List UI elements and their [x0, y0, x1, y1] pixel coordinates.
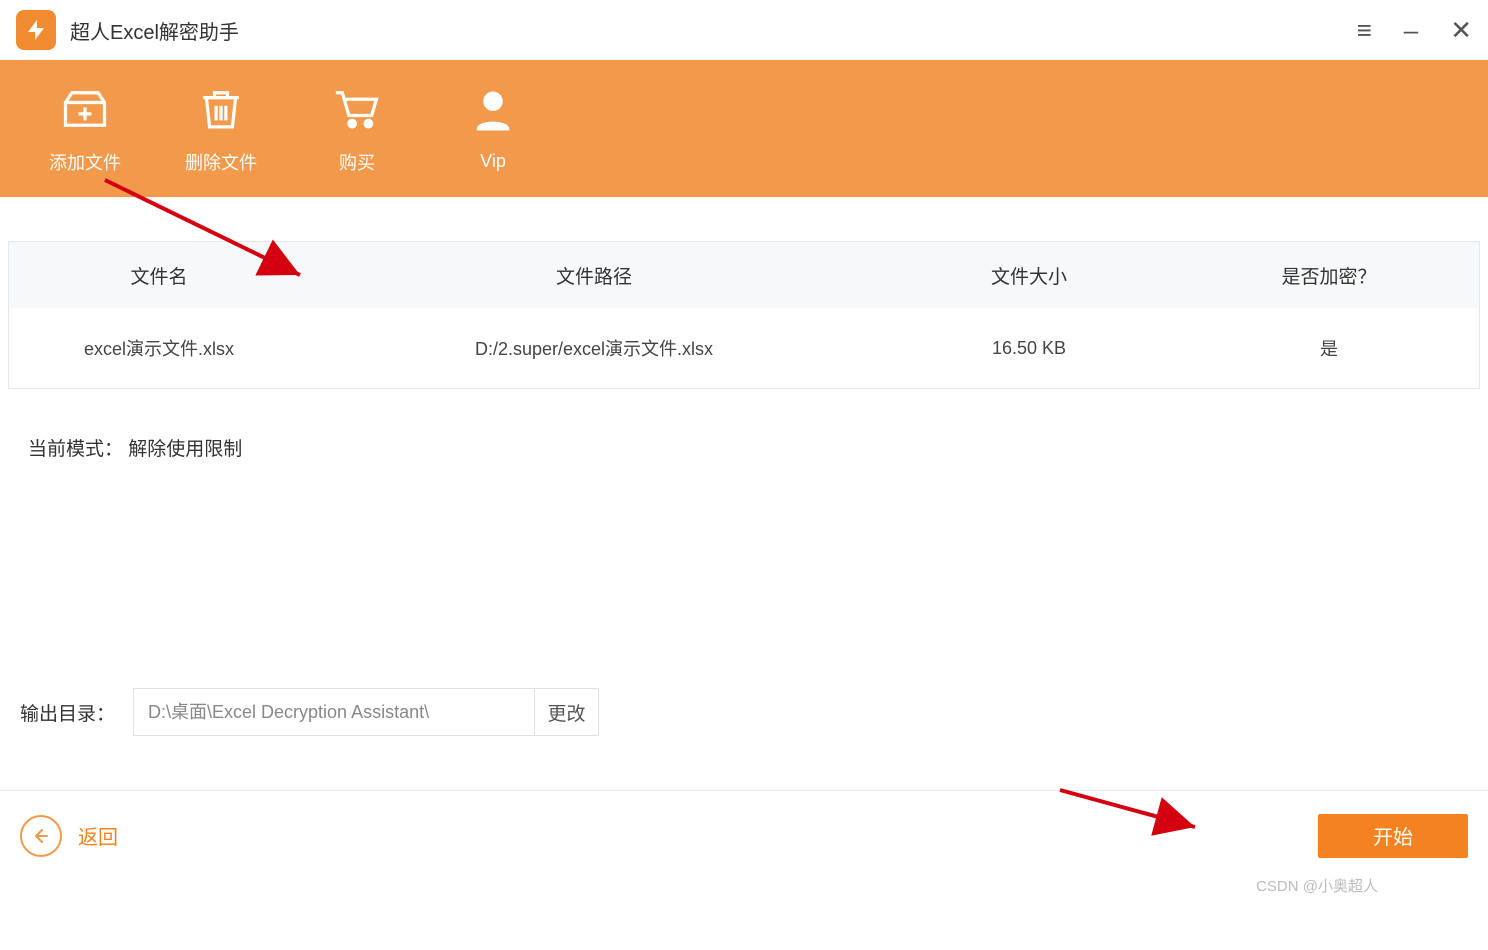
cell-path: D:/2.super/excel演示文件.xlsx: [309, 335, 879, 361]
window-controls: ≡ – ✕: [1357, 17, 1472, 43]
col-encrypted: 是否加密？: [1179, 262, 1479, 289]
back-arrow-icon: [20, 815, 62, 857]
add-file-button[interactable]: 添加文件: [40, 83, 130, 175]
cart-icon: [331, 83, 383, 135]
close-icon[interactable]: ✕: [1450, 17, 1472, 43]
col-name: 文件名: [9, 262, 309, 289]
vip-button[interactable]: Vip: [448, 85, 538, 172]
change-button[interactable]: 更改: [534, 689, 598, 735]
col-path: 文件路径: [309, 262, 879, 289]
mode-value: 解除使用限制: [128, 439, 242, 460]
mode-line: 当前模式： 解除使用限制: [28, 434, 1460, 461]
app-title: 超人Excel解密助手: [70, 16, 239, 45]
add-file-label: 添加文件: [49, 149, 121, 175]
toolbar: 添加文件 删除文件 购买 Vip: [0, 60, 1488, 197]
table-header: 文件名 文件路径 文件大小 是否加密？: [9, 242, 1479, 308]
mode-label: 当前模式：: [28, 439, 123, 460]
output-row: 输出目录： D:\桌面\Excel Decryption Assistant\ …: [20, 688, 599, 736]
buy-label: 购买: [339, 149, 375, 175]
back-button[interactable]: 返回: [20, 815, 118, 857]
footer: 返回 开始: [0, 790, 1488, 880]
col-size: 文件大小: [879, 262, 1179, 289]
start-button[interactable]: 开始: [1318, 814, 1468, 858]
table-row[interactable]: excel演示文件.xlsx D:/2.super/excel演示文件.xlsx…: [9, 308, 1479, 388]
add-file-icon: [59, 83, 111, 135]
file-table: 文件名 文件路径 文件大小 是否加密？ excel演示文件.xlsx D:/2.…: [8, 241, 1480, 389]
cell-encrypted: 是: [1179, 335, 1479, 361]
output-field: D:\桌面\Excel Decryption Assistant\ 更改: [133, 688, 599, 736]
cell-size: 16.50 KB: [879, 338, 1179, 359]
main-area: 文件名 文件路径 文件大小 是否加密？ excel演示文件.xlsx D:/2.…: [0, 241, 1488, 461]
vip-label: Vip: [480, 151, 506, 172]
back-label: 返回: [78, 821, 118, 850]
cell-name: excel演示文件.xlsx: [9, 335, 309, 361]
app-logo: [16, 10, 56, 50]
user-icon: [467, 85, 519, 137]
watermark: CSDN @小奥超人: [1256, 875, 1378, 896]
trash-icon: [195, 83, 247, 135]
titlebar: 超人Excel解密助手 ≡ – ✕: [0, 0, 1488, 60]
menu-icon[interactable]: ≡: [1357, 17, 1372, 43]
output-path[interactable]: D:\桌面\Excel Decryption Assistant\: [134, 689, 534, 735]
buy-button[interactable]: 购买: [312, 83, 402, 175]
output-label: 输出目录：: [20, 699, 115, 726]
minimize-icon[interactable]: –: [1404, 17, 1418, 43]
delete-file-label: 删除文件: [185, 149, 257, 175]
delete-file-button[interactable]: 删除文件: [176, 83, 266, 175]
